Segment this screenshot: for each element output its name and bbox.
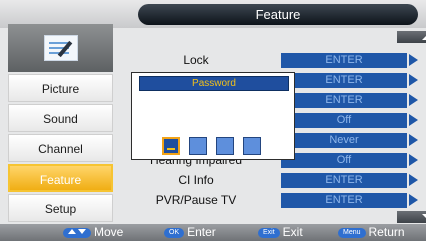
scroll-up-button[interactable] bbox=[397, 31, 426, 43]
sidebar-item-channel[interactable]: Channel bbox=[8, 134, 113, 162]
edit-icon bbox=[44, 35, 78, 61]
hint-move: Move bbox=[63, 224, 123, 241]
arrow-down-icon bbox=[422, 214, 426, 220]
sidebar-item-setup[interactable]: Setup bbox=[8, 194, 113, 222]
hint-exit: Exit Exit bbox=[258, 224, 303, 241]
row-label: PVR/Pause TV bbox=[155, 193, 237, 207]
scroll-down-button[interactable] bbox=[397, 211, 426, 223]
password-dialog: Password bbox=[131, 72, 295, 160]
row-value[interactable]: ENTER bbox=[281, 73, 407, 88]
arrow-right-icon bbox=[409, 174, 418, 186]
hint-bar: Move OK Enter Exit Exit Menu Return bbox=[0, 224, 426, 241]
sidebar-item-feature[interactable]: Feature bbox=[8, 164, 113, 192]
exit-key-icon: Exit bbox=[258, 227, 280, 238]
arrow-right-icon bbox=[409, 134, 418, 146]
password-digit-3[interactable] bbox=[216, 137, 234, 155]
sidebar-item-picture[interactable]: Picture bbox=[8, 74, 113, 102]
arrow-right-icon bbox=[409, 114, 418, 126]
arrow-right-icon bbox=[409, 94, 418, 106]
arrow-right-icon bbox=[409, 54, 418, 66]
arrow-right-icon bbox=[409, 194, 418, 206]
row-value[interactable]: ENTER bbox=[281, 93, 407, 108]
hint-return: Menu Return bbox=[338, 224, 405, 241]
row-value[interactable]: Off bbox=[281, 113, 407, 128]
arrow-right-icon bbox=[409, 154, 418, 166]
sidebar-item-sound[interactable]: Sound bbox=[8, 104, 113, 132]
row-value[interactable]: ENTER bbox=[281, 53, 407, 68]
row-value[interactable]: ENTER bbox=[281, 193, 407, 208]
row-label: CI Info bbox=[178, 173, 214, 187]
arrow-up-icon bbox=[422, 34, 426, 40]
password-dialog-title: Password bbox=[139, 76, 289, 91]
updown-key-icon bbox=[63, 227, 91, 238]
menu-key-icon: Menu bbox=[338, 227, 366, 238]
row-label: Lock bbox=[183, 53, 209, 67]
row-value[interactable]: ENTER bbox=[281, 173, 407, 188]
row-value[interactable]: Never bbox=[281, 133, 407, 148]
page-title: Feature bbox=[138, 4, 418, 25]
row-pvr-pause-tv[interactable]: PVR/Pause TV ENTER bbox=[116, 191, 426, 210]
row-lock[interactable]: Lock ENTER bbox=[116, 51, 426, 70]
password-digit-1[interactable] bbox=[162, 137, 180, 155]
password-digit-2[interactable] bbox=[189, 137, 207, 155]
hint-enter: OK Enter bbox=[164, 224, 216, 241]
ok-key-icon: OK bbox=[164, 227, 185, 238]
row-ci-info[interactable]: CI Info ENTER bbox=[116, 171, 426, 190]
row-value[interactable]: Off bbox=[281, 153, 407, 168]
password-digit-4[interactable] bbox=[243, 137, 261, 155]
tv-menu-screen: Feature Picture Sound Channel Feature Se… bbox=[0, 0, 426, 241]
arrow-right-icon bbox=[409, 74, 418, 86]
menu-logo bbox=[8, 24, 113, 72]
